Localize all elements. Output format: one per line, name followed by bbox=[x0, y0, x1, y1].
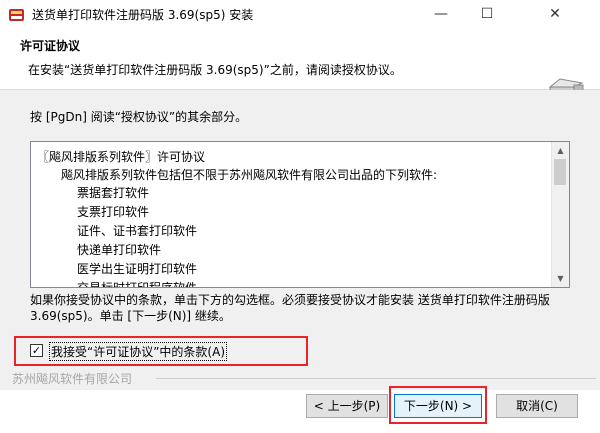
next-highlight-frame bbox=[389, 386, 487, 424]
license-line: 证件、证书套打印软件 bbox=[77, 224, 198, 238]
license-line: 医学出生证明打印软件 bbox=[77, 262, 198, 276]
scroll-down-icon[interactable]: ▼ bbox=[552, 270, 569, 287]
page-title: 许可证协议 bbox=[20, 39, 81, 53]
scroll-thumb[interactable] bbox=[554, 159, 566, 185]
cancel-button[interactable]: 取消(C) bbox=[496, 394, 578, 418]
license-line: 〖飚风排版系列软件〗许可协议 bbox=[37, 150, 206, 164]
window-title: 送货单打印软件注册码版 3.69(sp5) 安装 bbox=[32, 8, 254, 22]
brand-label: 苏州飚风软件有限公司 bbox=[12, 372, 133, 386]
license-line: 飚风排版系列软件包括但不限于苏州飚风软件有限公司出品的下列软件: bbox=[61, 168, 438, 182]
wizard-header: 许可证协议 在安装“送货单打印软件注册码版 3.69(sp5)”之前，请阅读授权… bbox=[0, 29, 600, 111]
accept-checkbox[interactable]: ✓ bbox=[30, 344, 43, 357]
license-line: 支票打印软件 bbox=[77, 205, 150, 219]
pgdn-instruction: 按 [PgDn] 阅读“授权协议”的其余部分。 bbox=[30, 110, 248, 124]
license-scrollbar[interactable]: ▲ ▼ bbox=[551, 142, 569, 287]
footer-divider bbox=[156, 378, 596, 379]
maximize-button[interactable]: ☐ bbox=[464, 0, 510, 29]
license-text-box[interactable]: 〖飚风排版系列软件〗许可协议 飚风排版系列软件包括但不限于苏州飚风软件有限公司出… bbox=[30, 141, 570, 288]
accept-label[interactable]: 我接受“许可证协议”中的条款(A) bbox=[49, 342, 228, 361]
accept-instruction: 如果你接受协议中的条款，单击下方的勾选框。必须要接受协议才能安装 送货单打印软件… bbox=[30, 293, 550, 323]
close-button[interactable]: ✕ bbox=[510, 0, 600, 29]
back-button[interactable]: < 上一步(P) bbox=[306, 394, 388, 418]
scroll-up-icon[interactable]: ▲ bbox=[552, 142, 569, 159]
license-line: 快递单打印软件 bbox=[77, 243, 162, 257]
title-bar: 送货单打印软件注册码版 3.69(sp5) 安装 — ☐ ✕ bbox=[0, 0, 600, 29]
installer-app-icon bbox=[9, 9, 24, 21]
license-line-partial: 交易标时打印程序软件 bbox=[77, 281, 198, 288]
page-subtitle: 在安装“送货单打印软件注册码版 3.69(sp5)”之前，请阅读授权协议。 bbox=[28, 63, 402, 77]
minimize-button[interactable]: — bbox=[418, 0, 464, 29]
license-line: 票据套打软件 bbox=[77, 186, 150, 200]
